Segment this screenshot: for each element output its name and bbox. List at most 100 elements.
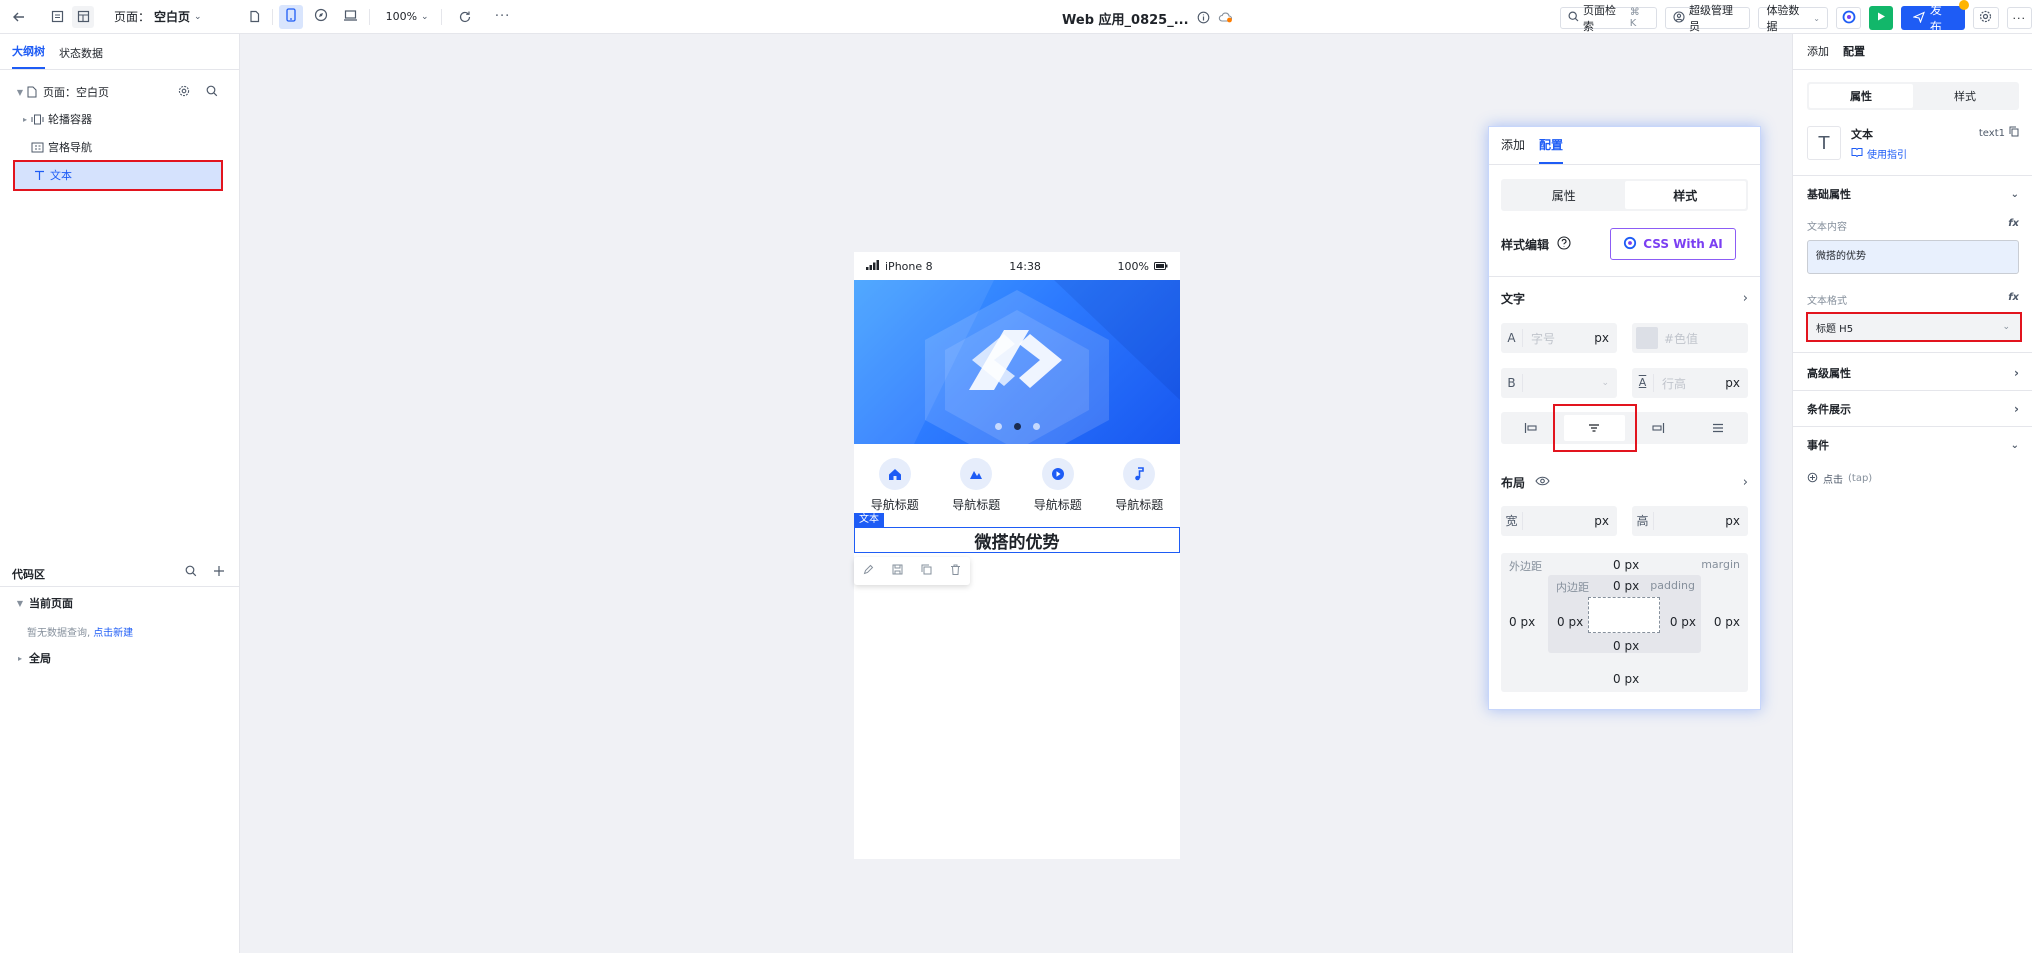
text-section-header[interactable]: 文字 ›	[1501, 287, 1748, 309]
save-template-icon[interactable]	[892, 564, 903, 578]
font-size-input[interactable]: A 字号 px	[1501, 323, 1617, 353]
selected-component-tag: 文本	[854, 513, 884, 527]
tab-config[interactable]: 配置	[1539, 136, 1564, 164]
grid-nav-item[interactable]: 导航标题	[1023, 458, 1093, 516]
tree-item-text[interactable]: 文本	[0, 164, 240, 186]
seg-style[interactable]: 样式	[1913, 84, 2017, 108]
color-input[interactable]: #色值	[1632, 323, 1748, 353]
chevron-down-icon: ⌄	[194, 11, 202, 22]
page-search-button[interactable]: 页面检索 ⌘ K	[1560, 4, 1657, 33]
new-file-icon[interactable]	[244, 6, 266, 28]
caret-down-icon[interactable]: ▼	[15, 88, 25, 97]
css-with-ai-button[interactable]: CSS With AI	[1610, 228, 1736, 260]
padding-left-value[interactable]: 0 px	[1557, 615, 1583, 629]
fx-icon[interactable]: fx	[2008, 218, 2019, 233]
width-input[interactable]: 宽 px	[1501, 506, 1617, 536]
caret-right-icon[interactable]: ▸	[20, 115, 30, 124]
margin-right-value[interactable]: 0 px	[1714, 615, 1740, 629]
tab-state-data[interactable]: 状态数据	[59, 45, 103, 69]
grid-nav-item[interactable]: 导航标题	[941, 458, 1011, 516]
margin-bottom-value[interactable]: 0 px	[1613, 672, 1639, 686]
create-query-link[interactable]: 点击新建	[93, 628, 133, 639]
tree-item-grid-nav[interactable]: 宫格导航	[0, 136, 240, 158]
copy-icon[interactable]	[921, 564, 932, 578]
phone-status-bar: iPhone 8 14:38 100%	[854, 252, 1180, 280]
carousel-dot[interactable]	[994, 423, 1002, 430]
padding-bottom-value[interactable]: 0 px	[1613, 639, 1639, 653]
grid-nav-item[interactable]: 导航标题	[1104, 458, 1174, 516]
page-selector[interactable]: 页面： 空白页 ⌄	[114, 8, 202, 25]
tree-item-carousel[interactable]: ▸ 轮播容器	[0, 108, 240, 130]
margin-left-value[interactable]: 0 px	[1509, 615, 1535, 629]
events-header[interactable]: 事件 ⌄	[1807, 435, 2019, 455]
refresh-icon[interactable]	[454, 6, 476, 28]
help-question-icon[interactable]	[1557, 235, 1571, 253]
align-justify-icon[interactable]	[1688, 412, 1748, 444]
page-list-icon[interactable]	[46, 6, 68, 28]
selected-text-component[interactable]: 微搭的优势	[854, 527, 1180, 553]
run-preview-button[interactable]	[1869, 6, 1893, 30]
experience-data-select[interactable]: 体验数据 ⌄	[1758, 4, 1828, 33]
margin-top-value[interactable]: 0 px	[1613, 558, 1639, 572]
caret-right-icon[interactable]: ▸	[15, 654, 25, 663]
padding-right-value[interactable]: 0 px	[1670, 615, 1696, 629]
layout-icon[interactable]	[72, 5, 94, 28]
back-arrow-icon[interactable]	[8, 6, 30, 28]
search-icon[interactable]	[185, 565, 197, 580]
carousel-dot[interactable]	[1032, 423, 1040, 430]
banner-art	[854, 280, 1180, 444]
usage-guide-link[interactable]: 使用指引	[1851, 146, 1907, 161]
user-role-button[interactable]: 超级管理员	[1664, 4, 1751, 33]
code-global[interactable]: ▸ 全局	[0, 647, 240, 669]
divider	[440, 8, 442, 25]
delete-trash-icon[interactable]	[950, 564, 961, 578]
desktop-view-button[interactable]	[339, 5, 363, 29]
caret-down-icon[interactable]: ▼	[15, 599, 25, 608]
tab-add[interactable]: 添加	[1807, 43, 1829, 69]
search-icon[interactable]	[206, 85, 218, 100]
style-edit-title: 样式编辑	[1501, 237, 1550, 252]
font-weight-select[interactable]: B ⌄	[1501, 368, 1617, 398]
copy-icon[interactable]	[2009, 126, 2019, 140]
fx-icon[interactable]: fx	[2008, 292, 2019, 307]
publish-button[interactable]: 发布	[1900, 0, 1970, 34]
edit-pencil-icon[interactable]	[863, 564, 874, 578]
seg-style[interactable]: 样式	[1624, 181, 1746, 209]
topbar-right-actions: 页面检索 ⌘ K 超级管理员 体验数据 ⌄ 发布 ···	[1560, 0, 2032, 34]
color-swatch[interactable]	[1636, 327, 1658, 349]
compass-view-button[interactable]	[309, 5, 333, 29]
info-icon[interactable]	[1197, 11, 1210, 27]
text-format-select[interactable]: 标题 H5 ⌄	[1806, 312, 2022, 342]
advanced-props-header[interactable]: 高级属性 ›	[1807, 363, 2019, 383]
seg-properties[interactable]: 属性	[1503, 181, 1625, 209]
mobile-view-button[interactable]	[278, 4, 303, 29]
seg-properties[interactable]: 属性	[1809, 84, 1913, 108]
condition-show-header[interactable]: 条件展示 ›	[1807, 399, 2019, 419]
ai-assistant-button[interactable]	[1835, 7, 1862, 29]
tree-item-page[interactable]: ▼ 页面：空白页	[0, 81, 240, 103]
eye-icon[interactable]	[1535, 475, 1550, 489]
more-menu-button[interactable]: ···	[2006, 7, 2032, 29]
carousel-banner[interactable]	[854, 280, 1180, 444]
gear-icon[interactable]	[178, 85, 190, 100]
right-panel: 添加 配置 属性 样式 T 文本 使用指引 text1 基础属性 ⌄ 文本内容 …	[1792, 34, 2032, 953]
component-name: 文本	[1851, 128, 1873, 141]
tab-config[interactable]: 配置	[1843, 43, 1865, 69]
code-current-page[interactable]: ▼ 当前页面	[0, 592, 240, 614]
publish-badge-icon	[1959, 0, 1970, 10]
basic-props-header[interactable]: 基础属性 ⌄	[1807, 184, 2019, 204]
text-content-input[interactable]: 微搭的优势	[1807, 240, 2019, 274]
tab-add[interactable]: 添加	[1501, 136, 1525, 164]
plus-icon[interactable]	[213, 565, 225, 580]
zoom-select[interactable]: 100% ⌄	[386, 10, 429, 23]
line-height-input[interactable]: A 行高 px	[1632, 368, 1748, 398]
height-input[interactable]: 高 px	[1632, 506, 1748, 536]
tab-outline-tree[interactable]: 大纲树	[12, 43, 45, 69]
settings-button[interactable]	[1973, 7, 1999, 29]
more-icon[interactable]: ···	[492, 6, 514, 28]
layout-section-header[interactable]: 布局 ›	[1501, 471, 1748, 493]
padding-top-value[interactable]: 0 px	[1613, 579, 1639, 593]
grid-nav-item[interactable]: 导航标题	[860, 458, 930, 516]
carousel-dot-active[interactable]	[1013, 423, 1021, 430]
event-tap-item[interactable]: 点击 (tap)	[1807, 471, 1872, 486]
